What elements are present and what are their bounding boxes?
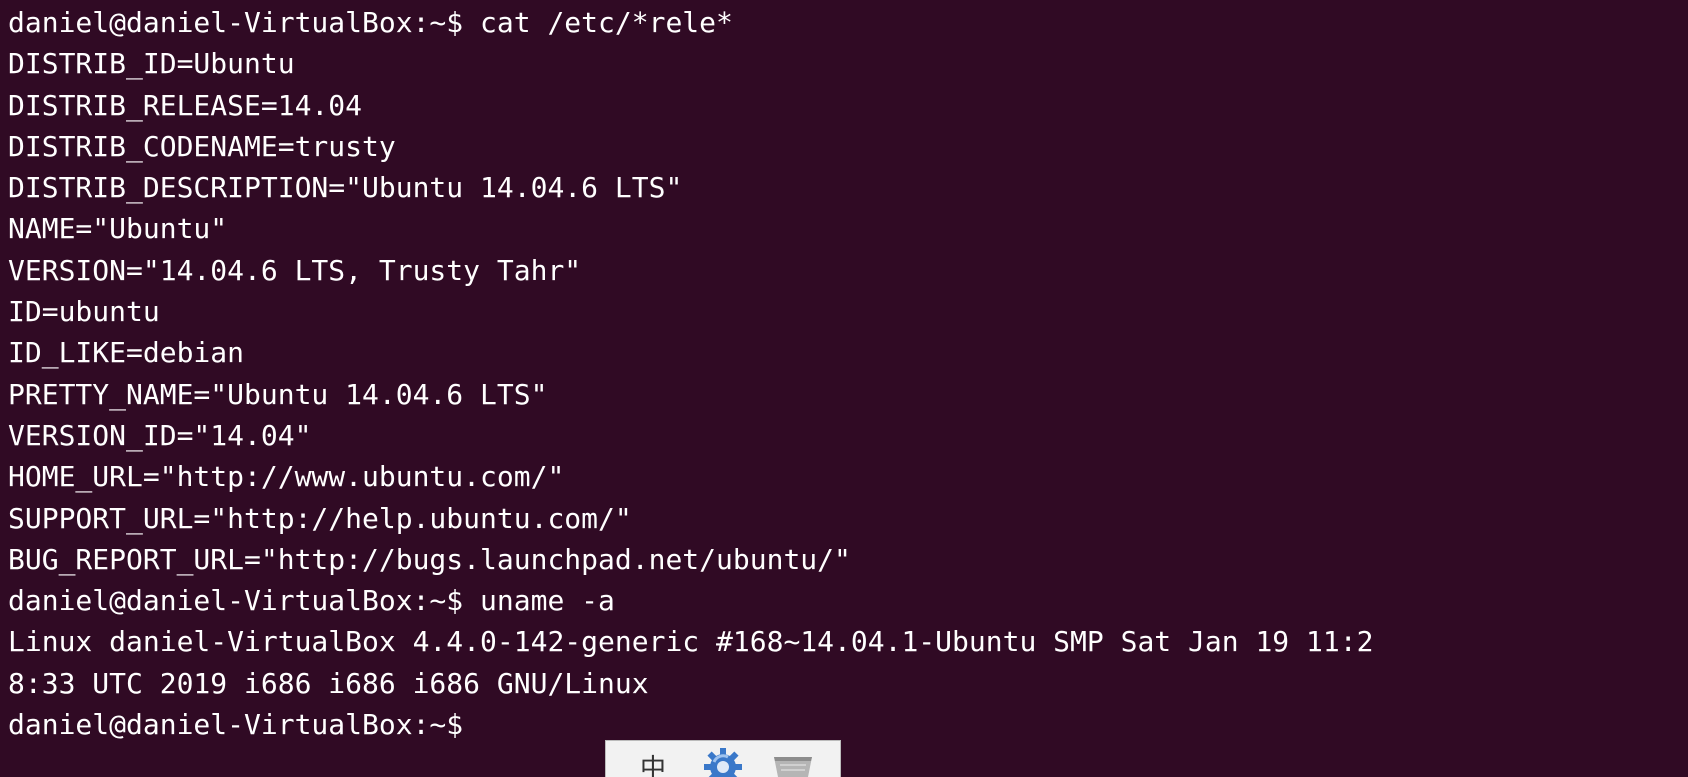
output-line: ID_LIKE=debian [8,336,245,370]
output-line: DISTRIB_RELEASE=14.04 [8,88,363,122]
svg-text:中: 中 [640,754,666,777]
input-method-icon[interactable]: 中 [630,743,676,777]
output-line: VERSION_ID="14.04" [8,418,312,452]
output-line: BUG_REPORT_URL="http://bugs.launchpad.ne… [8,542,851,576]
output-line: PRETTY_NAME="Ubuntu 14.04.6 LTS" [8,377,548,411]
prompt-line: daniel@daniel-VirtualBox:~$ cat /etc/*re… [8,6,733,39]
output-line: HOME_URL="http://www.ubuntu.com/" [8,460,565,494]
output-line: Linux daniel-VirtualBox 4.4.0-142-generi… [8,625,1374,659]
output-line: NAME="Ubuntu" [8,212,228,246]
output-line: DISTRIB_ID=Ubuntu [8,47,295,81]
terminal-window[interactable]: daniel@daniel-VirtualBox:~$ cat /etc/*re… [0,0,1688,777]
active-prompt-line[interactable]: daniel@daniel-VirtualBox:~$ [8,704,1688,745]
output-line: DISTRIB_CODENAME=trusty [8,129,396,163]
prompt-line: daniel@daniel-VirtualBox:~$ uname -a [8,584,615,618]
input-method-tray: 中 [605,740,841,777]
gear-icon[interactable] [700,743,746,777]
output-line: DISTRIB_DESCRIPTION="Ubuntu 14.04.6 LTS" [8,171,683,205]
output-line: VERSION="14.04.6 LTS, Trusty Tahr" [8,253,582,287]
output-line: SUPPORT_URL="http://help.ubuntu.com/" [8,501,632,535]
keyboard-icon[interactable] [770,743,816,777]
output-line: ID=ubuntu [8,295,160,329]
output-line: 8:33 UTC 2019 i686 i686 i686 GNU/Linux [8,666,649,700]
